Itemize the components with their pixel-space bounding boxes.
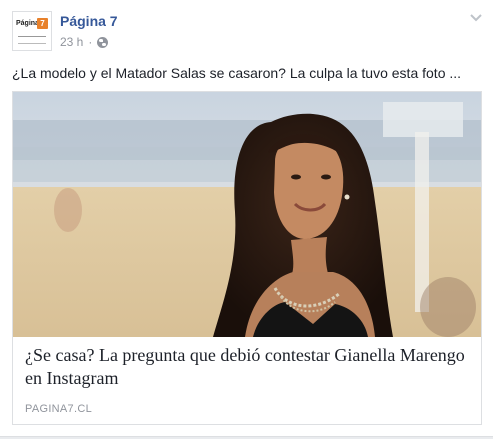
page-name-link[interactable]: Página 7	[60, 13, 118, 29]
feed-post: Página 7 Página 7 23 h · ¿La modelo y el…	[0, 0, 493, 437]
post-message: ¿La modelo y el Matador Salas se casaron…	[12, 65, 462, 81]
link-preview-card[interactable]: ¿Se casa? La pregunta que debió contesta…	[12, 91, 482, 425]
link-domain: PAGINA7.CL	[25, 403, 92, 415]
meta-separator: ·	[88, 35, 93, 49]
chevron-down-icon[interactable]	[469, 13, 483, 23]
avatar-logo-decoration	[18, 36, 46, 44]
post-meta: 23 h ·	[60, 35, 109, 49]
page-avatar[interactable]: Página 7	[12, 11, 52, 51]
globe-icon	[97, 36, 109, 48]
avatar-logo-badge: 7	[37, 18, 48, 29]
avatar-logo-text: Página	[16, 20, 39, 27]
link-title[interactable]: ¿Se casa? La pregunta que debió contesta…	[25, 344, 469, 390]
link-preview-image[interactable]	[13, 92, 481, 337]
post-timestamp[interactable]: 23 h	[60, 35, 83, 49]
